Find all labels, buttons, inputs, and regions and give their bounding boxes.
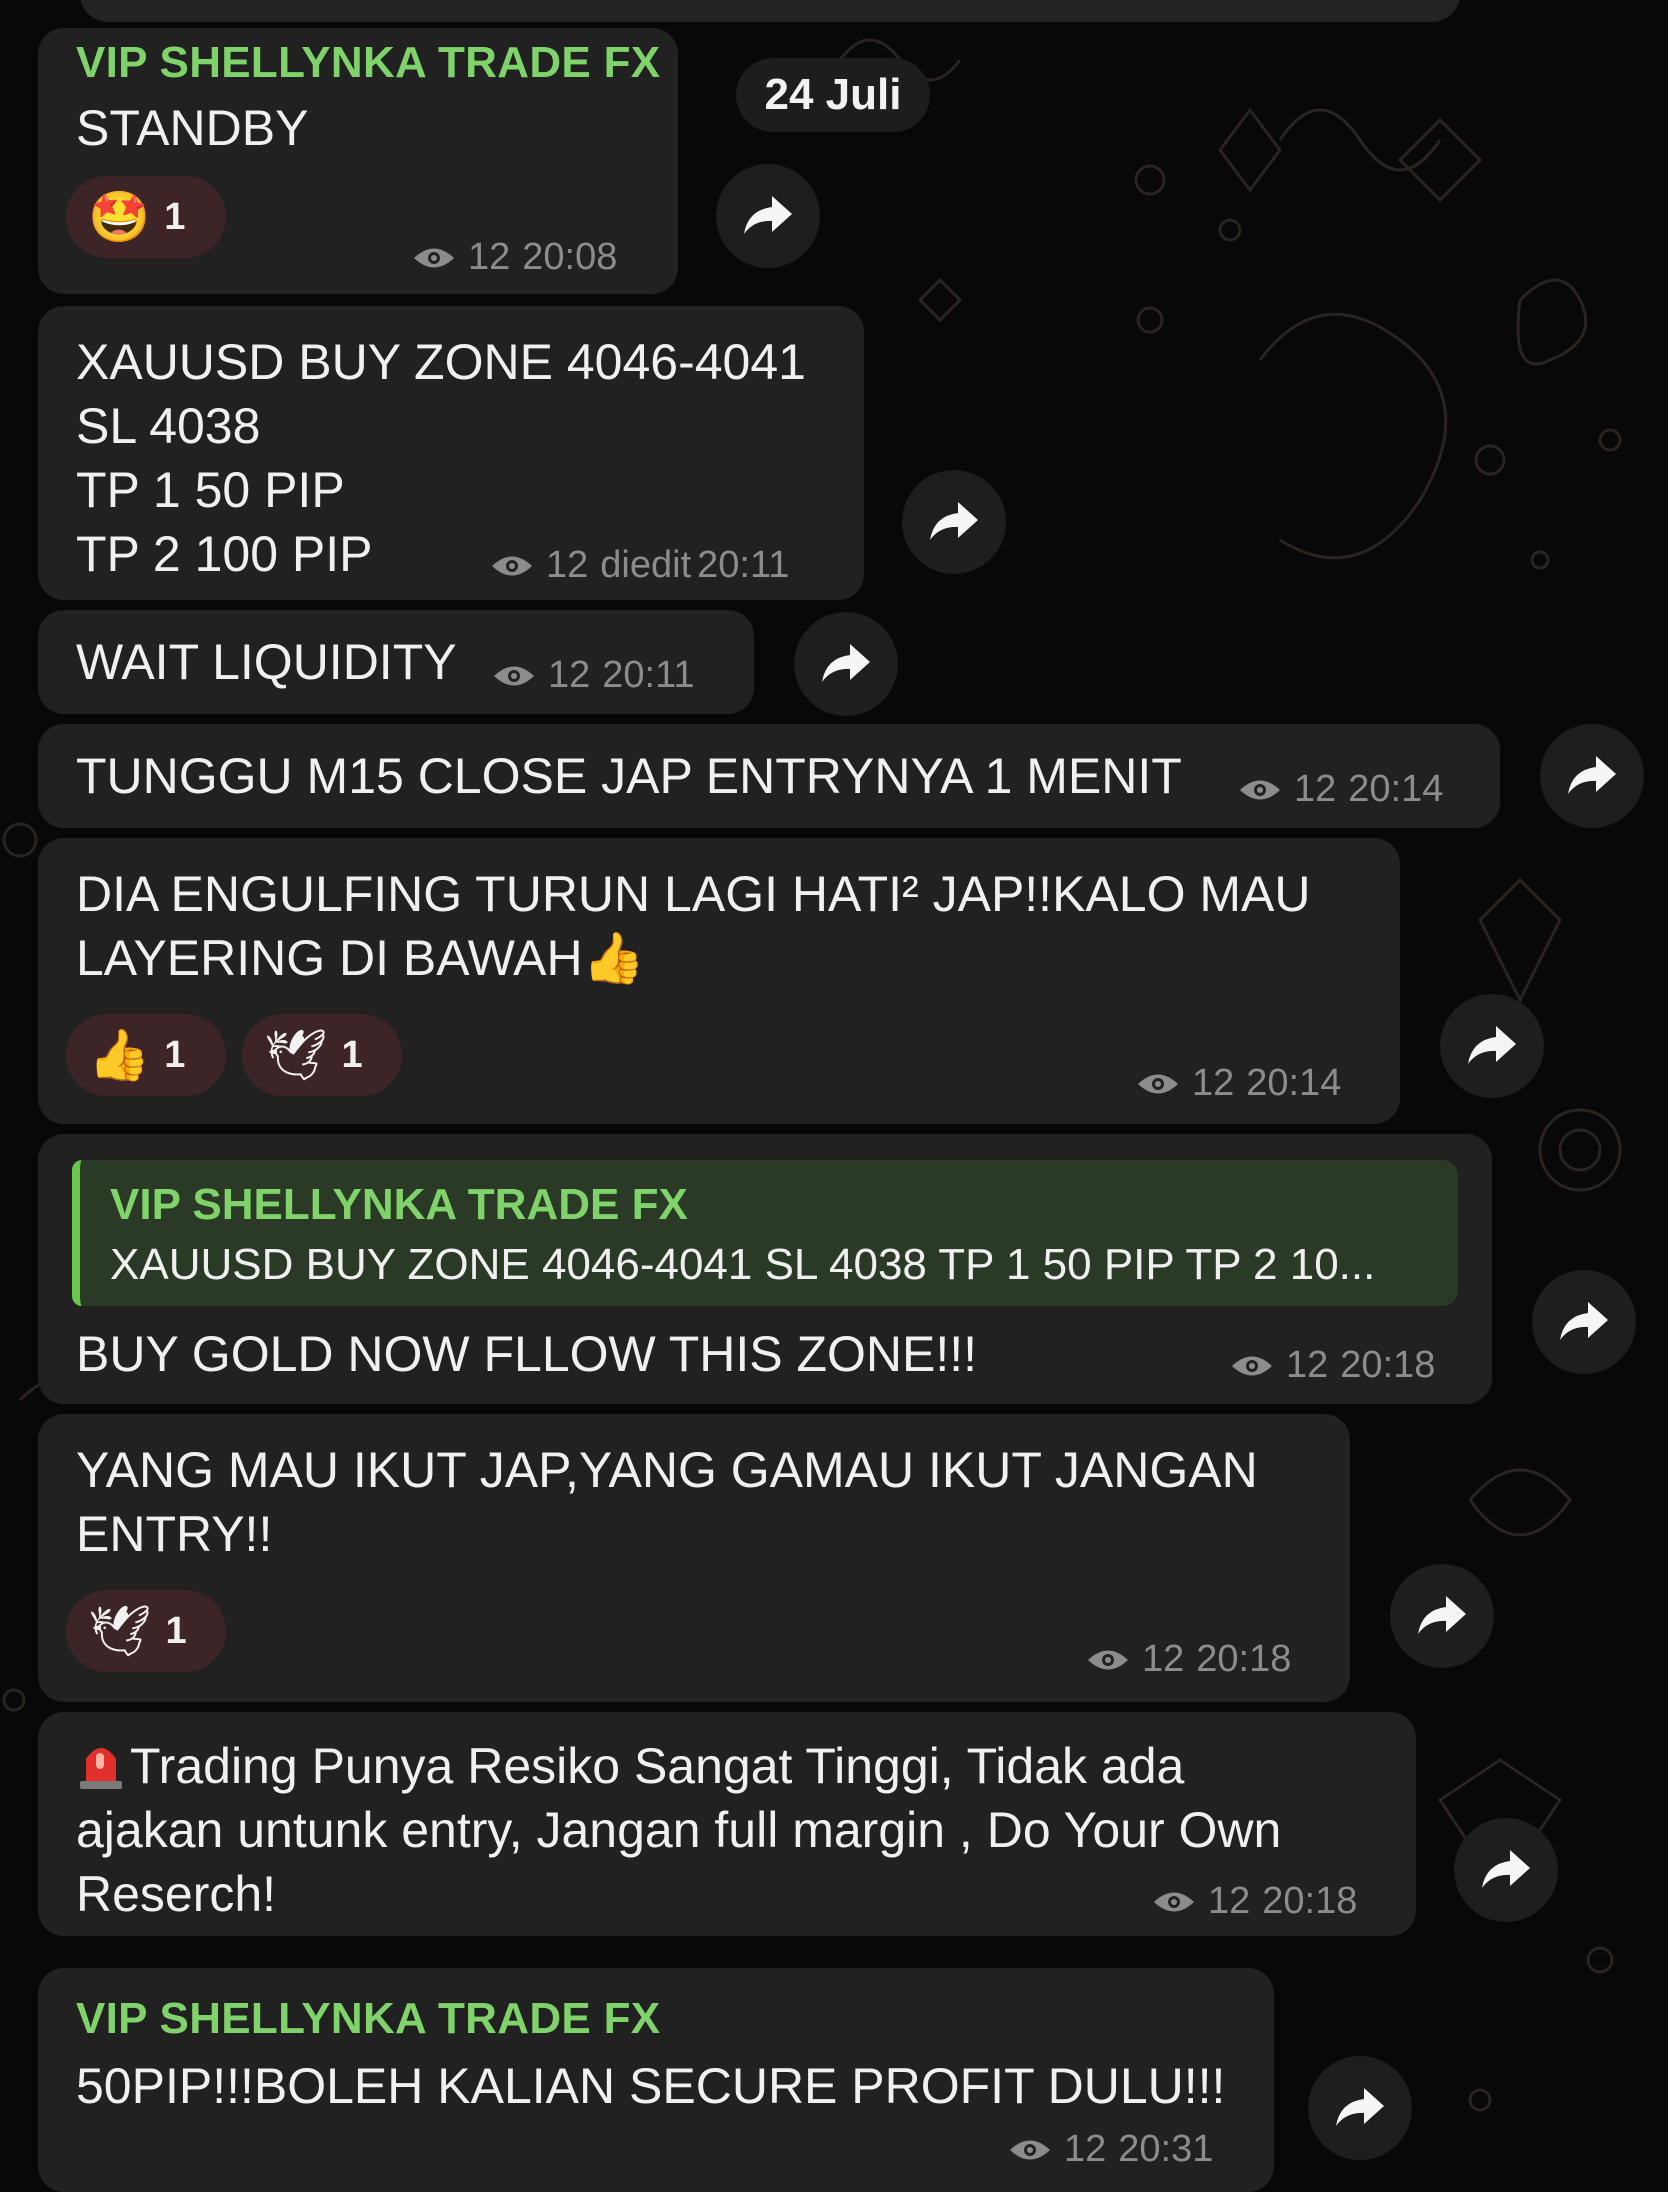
forward-arrow-icon — [930, 502, 978, 540]
view-count: 12 — [1192, 1062, 1235, 1104]
message-meta: 12 20:18 — [1152, 1880, 1357, 1923]
edited-label: diedit — [600, 544, 692, 586]
message-bubble[interactable]: TUNGGU M15 CLOSE JAP ENTRYNYA 1 MENIT 12… — [38, 724, 1500, 828]
view-count: 12 — [546, 544, 589, 586]
reply-text: XAUUSD BUY ZONE 4046-4041 SL 4038 TP 1 5… — [110, 1240, 1376, 1289]
message-bubble[interactable]: XAUUSD BUY ZONE 4046-4041 SL 4038 TP 1 5… — [38, 306, 864, 600]
view-count: 12 — [1208, 1880, 1251, 1922]
siren-icon — [80, 1748, 122, 1789]
message-text: WAIT LIQUIDITY — [76, 634, 457, 690]
view-count: 12 — [548, 654, 591, 696]
thumbs-up-emoji-icon: 👍 — [88, 1027, 151, 1083]
message-time: 20:11 — [697, 544, 790, 586]
message-time: 20:18 — [1262, 1880, 1358, 1922]
forward-button[interactable] — [1440, 994, 1544, 1098]
forward-button[interactable] — [716, 164, 820, 268]
sender-name[interactable]: VIP SHELLYNKA TRADE FX — [76, 38, 660, 88]
message-time: 20:31 — [1118, 2128, 1214, 2170]
message-meta: 12 20:18 — [1230, 1344, 1435, 1387]
forward-arrow-icon — [1336, 2088, 1384, 2126]
eye-icon — [494, 666, 534, 685]
message-bubble[interactable]: DIA ENGULFING TURUN LAGI HATI² JAP!!KALO… — [38, 838, 1400, 1124]
message-text: BUY GOLD NOW FLLOW THIS ZONE!!! — [76, 1326, 978, 1382]
reaction-pill[interactable]: 🕊 1 — [242, 1014, 402, 1096]
reaction-count: 1 — [164, 195, 186, 238]
eye-icon — [1240, 780, 1280, 799]
message-text: STANDBY — [76, 100, 309, 156]
forward-arrow-icon — [1568, 756, 1616, 794]
message-text: Trading Punya Resiko Sangat Tinggi, Tida… — [76, 1734, 1281, 1926]
message-bubble[interactable]: VIP SHELLYNKA TRADE FX STANDBY 🤩 1 12 20… — [38, 28, 678, 294]
view-count: 12 — [1286, 1344, 1329, 1386]
message-meta: 12 20:31 — [1008, 2128, 1213, 2171]
reply-sender-name: VIP SHELLYNKA TRADE FX — [110, 1180, 688, 1229]
reaction-count: 1 — [341, 1033, 363, 1076]
message-time: 20:14 — [1348, 768, 1444, 810]
sender-name[interactable]: VIP SHELLYNKA TRADE FX — [76, 1994, 660, 2044]
message-text: DIA ENGULFING TURUN LAGI HATI² JAP!!KALO… — [76, 866, 1311, 986]
eye-icon — [1138, 1074, 1178, 1093]
view-count: 12 — [468, 236, 511, 278]
message-bubble[interactable]: Trading Punya Resiko Sangat Tinggi, Tida… — [38, 1712, 1416, 1936]
message-bubble[interactable]: VIP SHELLYNKA TRADE FX XAUUSD BUY ZONE 4… — [38, 1134, 1492, 1404]
message-bubble[interactable]: YANG MAU IKUT JAP,YANG GAMAU IKUT JANGAN… — [38, 1414, 1350, 1702]
eye-icon — [1088, 1650, 1128, 1669]
message-bubble[interactable]: VIP SHELLYNKA TRADE FX 50PIP!!!BOLEH KAL… — [38, 1968, 1274, 2192]
date-badge: 24 Juli — [736, 58, 930, 132]
forward-arrow-icon — [1560, 1302, 1608, 1340]
dove-emoji-icon: 🕊 — [264, 1027, 328, 1083]
message-text-content: Trading Punya Resiko Sangat Tinggi, Tida… — [76, 1738, 1282, 1922]
message-meta: 12 20:08 — [412, 236, 617, 279]
forward-button[interactable] — [1390, 1564, 1494, 1668]
forward-button[interactable] — [794, 612, 898, 716]
message-meta: 12 20:14 — [1238, 768, 1443, 811]
message-text: 50PIP!!!BOLEH KALIAN SECURE PROFIT DULU!… — [76, 2058, 1226, 2114]
dove-emoji-icon: 🕊 — [88, 1603, 152, 1659]
view-count: 12 — [1142, 1638, 1185, 1680]
reply-quote[interactable]: VIP SHELLYNKA TRADE FX XAUUSD BUY ZONE 4… — [72, 1160, 1458, 1306]
forward-button[interactable] — [1532, 1270, 1636, 1374]
reaction-count: 1 — [165, 1609, 187, 1652]
view-count: 12 — [1294, 768, 1337, 810]
message-time: 20:18 — [1196, 1638, 1292, 1680]
message-meta: 12 diedit 20:11 — [490, 544, 789, 587]
view-count: 12 — [1064, 2128, 1107, 2170]
eye-icon — [1154, 1892, 1194, 1911]
previous-message-fragment — [80, 0, 1460, 22]
forward-arrow-icon — [1468, 1026, 1516, 1064]
message-meta: 12 20:18 — [1086, 1638, 1291, 1681]
reaction-count: 1 — [164, 1033, 186, 1076]
forward-arrow-icon — [1418, 1596, 1466, 1634]
reaction-pill[interactable]: 👍 1 — [66, 1014, 226, 1096]
message-bubble[interactable]: WAIT LIQUIDITY 12 20:11 — [38, 610, 754, 714]
message-meta: 12 20:14 — [1136, 1062, 1341, 1105]
message-text: TUNGGU M15 CLOSE JAP ENTRYNYA 1 MENIT — [76, 748, 1182, 804]
message-time: 20:08 — [522, 236, 618, 278]
forward-button[interactable] — [1454, 1818, 1558, 1922]
reaction-pill[interactable]: 🕊 1 — [66, 1590, 226, 1672]
reaction-pill[interactable]: 🤩 1 — [66, 176, 226, 258]
message-time: 20:14 — [1246, 1062, 1342, 1104]
forward-button[interactable] — [1308, 2056, 1412, 2160]
forward-arrow-icon — [822, 644, 870, 682]
eye-icon — [492, 556, 532, 575]
message-meta: 12 20:11 — [492, 654, 695, 697]
forward-arrow-icon — [744, 196, 792, 234]
eye-icon — [1232, 1356, 1272, 1375]
message-time: 20:11 — [602, 654, 695, 696]
message-time: 20:18 — [1340, 1344, 1436, 1386]
star-struck-emoji-icon: 🤩 — [88, 189, 151, 245]
forward-arrow-icon — [1482, 1850, 1530, 1888]
eye-icon — [1010, 2140, 1050, 2159]
eye-icon — [414, 248, 454, 267]
forward-button[interactable] — [902, 470, 1006, 574]
message-text: YANG MAU IKUT JAP,YANG GAMAU IKUT JANGAN… — [76, 1442, 1258, 1562]
forward-button[interactable] — [1540, 724, 1644, 828]
